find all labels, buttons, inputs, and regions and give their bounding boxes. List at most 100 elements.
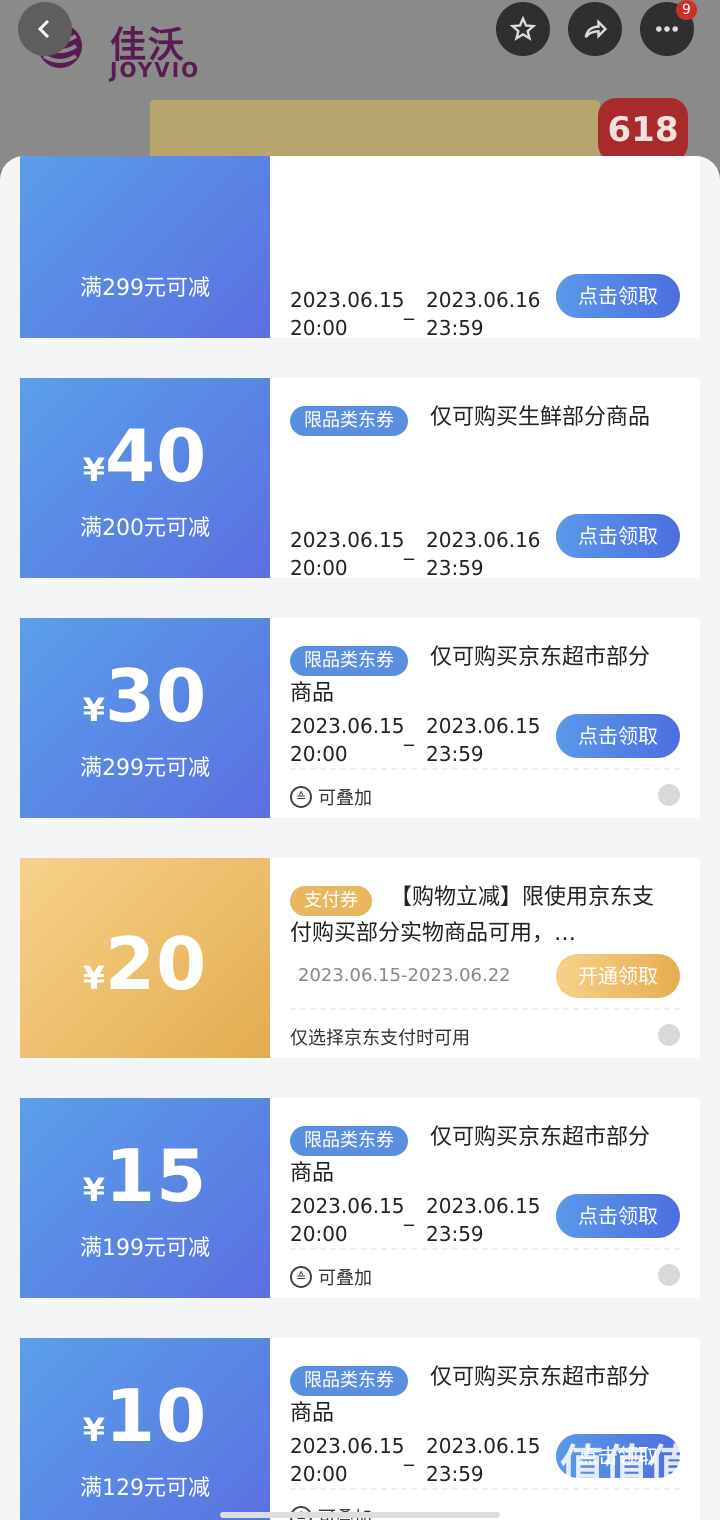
divider [290, 1008, 680, 1010]
notification-badge: 9 [676, 0, 697, 20]
start-time: 20:00 [290, 742, 348, 766]
coupon-amount-panel: ¥40 满200元可减 [16, 378, 270, 578]
open-claim-button[interactable]: 开通领取 [556, 954, 680, 998]
date-separator: _ [404, 1442, 414, 1466]
coupon-date-range: 2023.06.15-2023.06.22 [298, 965, 511, 986]
start-date: 2023.06.15 [290, 1194, 405, 1218]
coupon-amount: ¥15 [20, 1134, 270, 1218]
claim-button[interactable]: 点击领取 [556, 274, 680, 318]
start-date: 2023.06.15 [290, 714, 405, 738]
date-separator: _ [404, 1202, 414, 1226]
coupon-start: 2023.06.15 20:00 [290, 712, 410, 768]
currency-symbol: ¥ [82, 691, 106, 729]
coupon-amount: ¥10 [20, 1374, 270, 1458]
coupon-card: ¥40 满200元可减 仅可购买生鲜部分商品 限品类东券 2023.06.15 2… [16, 378, 700, 580]
currency-symbol: ¥ [82, 451, 106, 489]
divider [290, 1248, 680, 1250]
amount-value: 10 [105, 1374, 208, 1458]
favorite-button[interactable] [496, 2, 550, 56]
coupon-condition: 满200元可减 [80, 516, 210, 541]
coupon-start: 2023.06.15 20:00 [290, 1432, 410, 1488]
coupon-amount: ¥40 [20, 414, 270, 498]
coupon-amount-panel: ¥15 满199元可减 [16, 1098, 270, 1298]
coupon-detail: 2023.06.15 20:00 _ 2023.06.16 23:59 点击领取 [270, 156, 700, 340]
start-time: 20:00 [290, 316, 348, 340]
coupon-start: 2023.06.15 20:00 [290, 1192, 410, 1248]
stack-icon: ≙ [290, 786, 312, 808]
footer-text: 可叠加 [318, 788, 372, 809]
footer-text: 仅选择京东支付时可用 [290, 1028, 470, 1049]
coupon-condition: 满129元可减 [80, 1476, 210, 1501]
end-date: 2023.06.15 [426, 1434, 541, 1458]
watermark-logo: 值值值 [560, 1441, 692, 1492]
footer-text: 可叠加 [318, 1268, 372, 1289]
start-date: 2023.06.15 [290, 288, 405, 312]
date-separator: _ [404, 536, 414, 560]
coupon-end: 2023.06.16 23:59 [426, 526, 546, 582]
amount-value: 30 [105, 654, 208, 738]
claim-button[interactable]: 点击领取 [556, 1194, 680, 1238]
logo-text-en: JOYVIO [110, 58, 201, 82]
end-time: 23:59 [426, 556, 484, 580]
currency-symbol: ¥ [82, 1411, 106, 1449]
start-time: 20:00 [290, 1462, 348, 1486]
claim-button[interactable]: 点击领取 [556, 714, 680, 758]
end-date: 2023.06.16 [426, 288, 541, 312]
coupon-condition: 满299元可减 [80, 276, 210, 301]
end-time: 23:59 [426, 742, 484, 766]
coupon-card: 满299元可减 2023.06.15 20:00 _ 2023.06.16 23:5… [16, 156, 700, 340]
page-header: 618 佳沃 JOYVIO 9 [0, 0, 720, 170]
back-button[interactable] [18, 2, 72, 56]
coupon-sheet: 优惠 满299元可减 2023.06.1520:00 _ 2023.06.162… [0, 156, 720, 1520]
currency-symbol: ¥ [82, 959, 106, 997]
coupon-detail: 仅可购买生鲜部分商品 限品类东券 2023.06.15 20:00 _ 2023.… [270, 378, 700, 580]
end-time: 23:59 [426, 316, 484, 340]
coupon-detail: 【购物立减】限使用京东支付购买部分实物商品可用，… 支付券 2023.06.15… [270, 858, 700, 1058]
coupon-detail: 仅可购买京东超市部分商品 限品类东券 2023.06.15 20:00 _ 202… [270, 618, 700, 818]
coupon-end: 2023.06.16 23:59 [426, 286, 546, 342]
coupon-footer: 仅选择京东支付时可用 [290, 1024, 470, 1050]
coupon-tag: 限品类东券 [290, 1366, 408, 1396]
divider [290, 768, 680, 770]
coupon-amount-panel: ¥30 满299元可减 [16, 618, 270, 818]
coupon-card: ¥15 满199元可减 仅可购买京东超市部分商品 限品类东券 2023.06.1… [16, 1098, 700, 1298]
currency-symbol: ¥ [82, 1171, 106, 1209]
watermark-url: zhizhizhi.com [566, 1490, 688, 1511]
chevron-down-icon[interactable] [658, 1024, 680, 1046]
coupon-tag: 限品类东券 [290, 646, 408, 676]
end-time: 23:59 [426, 1222, 484, 1246]
share-icon [584, 19, 608, 39]
coupon-amount: ¥30 [20, 654, 270, 738]
coupon-footer: ≙ 可叠加 [290, 784, 372, 810]
end-date: 2023.06.15 [426, 714, 541, 738]
coupon-card: ¥20 【购物立减】限使用京东支付购买部分实物商品可用，… 支付券 2023.0… [16, 858, 700, 1058]
claim-button[interactable]: 点击领取 [556, 514, 680, 558]
start-date: 2023.06.15 [290, 528, 405, 552]
coupon-amount-panel: 满299元可减 [16, 156, 270, 338]
stack-icon: ≙ [290, 1266, 312, 1288]
coupon-amount-panel: ¥20 [16, 858, 270, 1058]
start-time: 20:00 [290, 1222, 348, 1246]
start-date: 2023.06.15 [290, 1434, 405, 1458]
coupon-tag: 限品类东券 [290, 406, 408, 436]
home-indicator[interactable] [220, 1512, 500, 1518]
coupon-end: 2023.06.15 23:59 [426, 1432, 546, 1488]
description-text: 仅可购买生鲜部分商品 [430, 405, 651, 430]
start-time: 20:00 [290, 556, 348, 580]
coupon-tag: 支付券 [290, 886, 372, 916]
chevron-down-icon[interactable] [658, 1264, 680, 1286]
coupon-amount-panel: ¥10 满129元可减 [16, 1338, 270, 1520]
star-icon [509, 15, 537, 41]
amount-value: 40 [105, 414, 208, 498]
chevron-left-icon [37, 19, 50, 39]
amount-value: 15 [105, 1134, 208, 1218]
end-date: 2023.06.16 [426, 528, 541, 552]
banner-618-label: 618 [598, 98, 688, 162]
coupon-detail: 仅可购买京东超市部分商品 限品类东券 2023.06.15 20:00 _ 202… [270, 1098, 700, 1298]
share-button[interactable] [568, 2, 622, 56]
coupon-end: 2023.06.15 23:59 [426, 712, 546, 768]
coupon-footer: ≙ 可叠加 [290, 1264, 372, 1290]
chevron-down-icon[interactable] [658, 784, 680, 806]
end-date: 2023.06.15 [426, 1194, 541, 1218]
end-time: 23:59 [426, 1462, 484, 1486]
